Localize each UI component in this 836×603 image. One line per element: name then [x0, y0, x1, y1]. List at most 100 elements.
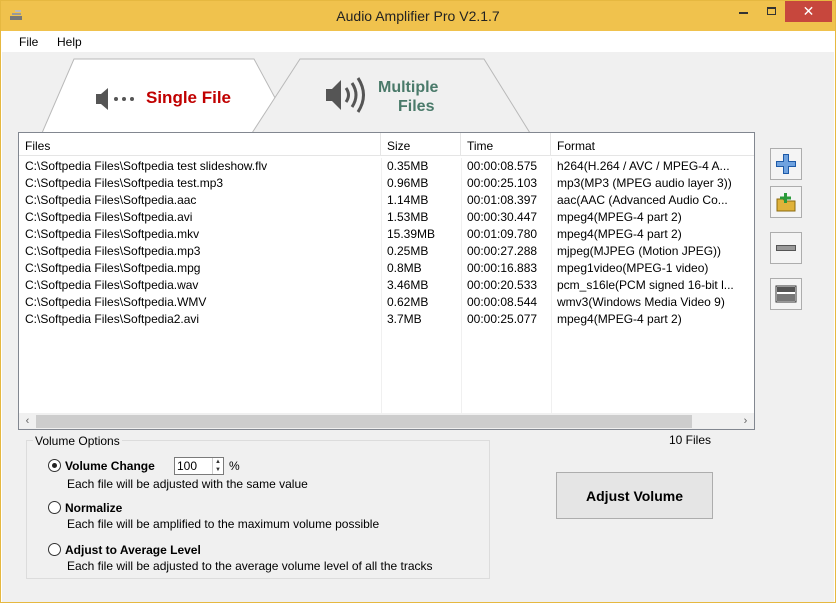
- spin-up-icon[interactable]: ▲: [213, 458, 223, 466]
- files-count: 10 Files: [669, 433, 712, 447]
- cell-size: 15.39MB: [387, 227, 436, 241]
- volume-options-legend: Volume Options: [33, 434, 122, 448]
- volume-options-group: Volume Options Volume Change ▲ ▼ % Each …: [26, 434, 490, 579]
- scroll-right-icon[interactable]: ›: [737, 414, 754, 429]
- cell-file: C:\Softpedia Files\Softpedia.WMV: [25, 295, 207, 309]
- cell-format: h264(H.264 / AVC / MPEG-4 A...: [557, 159, 730, 173]
- table-row[interactable]: C:\Softpedia Files\Softpedia.avi 1.53MB 00…: [19, 209, 754, 226]
- cell-time: 00:01:08.397: [467, 193, 538, 207]
- cell-file: C:\Softpedia Files\Softpedia.wav: [25, 278, 199, 292]
- cell-size: 3.7MB: [387, 312, 422, 326]
- cell-format: mjpeg(MJPEG (Motion JPEG)): [557, 244, 722, 258]
- remove-file-button[interactable]: [770, 232, 802, 264]
- average-level-radio[interactable]: [48, 543, 61, 556]
- cell-time: 00:00:08.544: [467, 295, 538, 309]
- main-content: Single File Multiple Files Files Size Ti…: [2, 52, 834, 602]
- cell-time: 00:00:25.103: [467, 176, 538, 190]
- volume-change-spinner[interactable]: ▲ ▼: [174, 457, 224, 475]
- cell-time: 00:00:16.883: [467, 261, 538, 275]
- table-row[interactable]: C:\Softpedia Files\Softpedia.WMV 0.62MB 00…: [19, 294, 754, 311]
- minimize-button[interactable]: [728, 1, 758, 21]
- tab-multiple-files[interactable]: Multiple Files: [252, 58, 552, 134]
- cell-file: C:\Softpedia Files\Softpedia.avi: [25, 210, 193, 224]
- normalize-label[interactable]: Normalize: [65, 501, 122, 515]
- cell-time: 00:01:09.780: [467, 227, 538, 241]
- average-level-desc: Each file will be adjusted to the averag…: [67, 559, 433, 573]
- cell-format: pcm_s16le(PCM signed 16-bit l...: [557, 278, 734, 292]
- average-level-label[interactable]: Adjust to Average Level: [65, 543, 201, 557]
- spin-down-icon[interactable]: ▼: [213, 466, 223, 474]
- menu-bar: File Help: [2, 32, 834, 52]
- window-title: Audio Amplifier Pro V2.1.7: [336, 8, 500, 24]
- add-folder-icon: [776, 193, 796, 212]
- speaker-multiple-icon: [326, 77, 365, 113]
- minus-icon: [776, 245, 796, 251]
- menu-help[interactable]: Help: [57, 35, 82, 49]
- normalize-radio[interactable]: [48, 501, 61, 514]
- cell-size: 0.35MB: [387, 159, 429, 173]
- add-folder-button[interactable]: [770, 186, 802, 218]
- cell-format: mp3(MP3 (MPEG audio layer 3)): [557, 176, 732, 190]
- table-row[interactable]: C:\Softpedia Files\Softpedia.aac 1.14MB 00…: [19, 192, 754, 209]
- file-list-body: C:\Softpedia Files\Softpedia test slides…: [19, 158, 754, 413]
- horizontal-scrollbar[interactable]: ‹ ›: [19, 413, 754, 429]
- cell-file: C:\Softpedia Files\Softpedia.mp3: [25, 244, 201, 258]
- cell-format: mpeg4(MPEG-4 part 2): [557, 312, 682, 326]
- cell-size: 0.25MB: [387, 244, 429, 258]
- close-button[interactable]: ✕: [785, 1, 832, 22]
- cell-format: wmv3(Windows Media Video 9): [557, 295, 725, 309]
- app-window: Audio Amplifier Pro V2.1.7 ✕ File Help S…: [0, 0, 836, 603]
- tab-multiple-files-label-1: Multiple: [378, 79, 439, 96]
- maximize-icon: [767, 7, 776, 15]
- volume-change-radio[interactable]: [48, 459, 61, 472]
- maximize-button[interactable]: [758, 1, 785, 21]
- cell-format: mpeg1video(MPEG-1 video): [557, 261, 709, 275]
- clear-list-icon: [775, 285, 797, 303]
- cell-file: C:\Softpedia Files\Softpedia.aac: [25, 193, 197, 207]
- close-icon: ✕: [802, 3, 815, 19]
- clear-list-button[interactable]: [770, 278, 802, 310]
- cell-file: C:\Softpedia Files\Softpedia2.avi: [25, 312, 200, 326]
- adjust-volume-button[interactable]: Adjust Volume: [556, 472, 713, 519]
- cell-time: 00:00:20.533: [467, 278, 538, 292]
- minimize-icon: [738, 12, 748, 14]
- spinner-buttons[interactable]: ▲ ▼: [212, 458, 223, 474]
- table-row[interactable]: C:\Softpedia Files\Softpedia.mpg 0.8MB 00:…: [19, 260, 754, 277]
- cell-file: C:\Softpedia Files\Softpedia test.mp3: [25, 176, 224, 190]
- tab-multiple-files-label-2: Files: [398, 98, 435, 115]
- table-row[interactable]: C:\Softpedia Files\Softpedia2.avi 3.7MB 00…: [19, 311, 754, 328]
- volume-change-label[interactable]: Volume Change: [65, 459, 155, 473]
- cell-file: C:\Softpedia Files\Softpedia test slides…: [25, 159, 268, 173]
- scrollbar-thumb[interactable]: [36, 415, 692, 428]
- title-bar[interactable]: Audio Amplifier Pro V2.1.7 ✕: [1, 1, 835, 31]
- cell-time: 00:00:08.575: [467, 159, 538, 173]
- column-header-files[interactable]: Files: [19, 133, 381, 156]
- cell-file: C:\Softpedia Files\Softpedia.mpg: [25, 261, 201, 275]
- cell-time: 00:00:30.447: [467, 210, 538, 224]
- file-list[interactable]: Files Size Time Format C:\Softpedia File…: [18, 132, 755, 430]
- volume-change-input[interactable]: [177, 459, 211, 473]
- table-row[interactable]: C:\Softpedia Files\Softpedia.mkv 15.39MB 0…: [19, 226, 754, 243]
- table-row[interactable]: C:\Softpedia Files\Softpedia.mp3 0.25MB 00…: [19, 243, 754, 260]
- table-row[interactable]: C:\Softpedia Files\Softpedia.wav 3.46MB 00…: [19, 277, 754, 294]
- cell-size: 0.8MB: [387, 261, 422, 275]
- column-header-size[interactable]: Size: [381, 133, 461, 156]
- menu-file[interactable]: File: [19, 35, 38, 49]
- add-file-button[interactable]: [770, 148, 802, 180]
- cell-format: mpeg4(MPEG-4 part 2): [557, 210, 682, 224]
- tab-single-file-label: Single File: [146, 88, 232, 107]
- speaker-single-icon: [96, 88, 134, 110]
- table-row[interactable]: C:\Softpedia Files\Softpedia test.mp3 0.9…: [19, 175, 754, 192]
- cell-size: 1.14MB: [387, 193, 429, 207]
- plus-icon: [776, 154, 796, 174]
- column-header-format[interactable]: Format: [551, 133, 754, 156]
- table-row[interactable]: C:\Softpedia Files\Softpedia test slides…: [19, 158, 754, 175]
- scroll-left-icon[interactable]: ‹: [19, 414, 36, 429]
- cell-time: 00:00:25.077: [467, 312, 538, 326]
- cell-format: mpeg4(MPEG-4 part 2): [557, 227, 682, 241]
- cell-time: 00:00:27.288: [467, 244, 538, 258]
- normalize-desc: Each file will be amplified to the maxim…: [67, 517, 380, 531]
- cell-size: 0.96MB: [387, 176, 429, 190]
- file-list-header: Files Size Time Format: [19, 133, 754, 156]
- column-header-time[interactable]: Time: [461, 133, 551, 156]
